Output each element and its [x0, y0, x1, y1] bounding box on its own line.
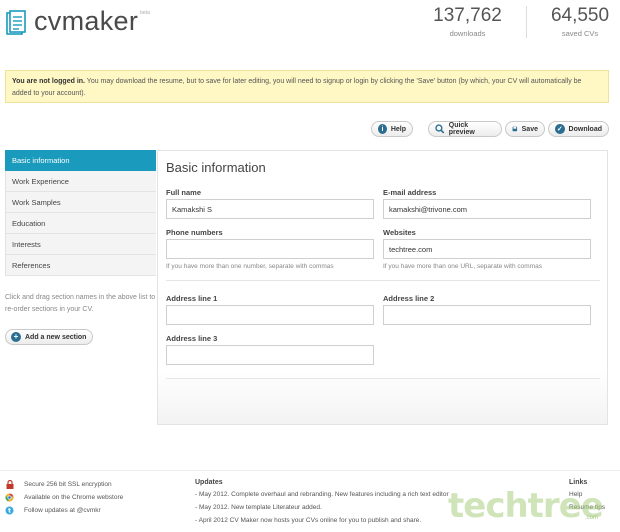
- update-item: - May 2012. New template Literateur adde…: [195, 504, 322, 511]
- sidebar-item-education[interactable]: Education: [5, 213, 156, 234]
- search-icon: [435, 124, 445, 134]
- save-label: Save: [521, 125, 538, 133]
- address-line-1-label: Address line 1: [166, 294, 218, 303]
- quick-preview-button[interactable]: Quick preview: [428, 121, 502, 137]
- login-notice: You are not logged in. You may download …: [5, 70, 609, 103]
- divider: [166, 280, 600, 281]
- websites-hint: If you have more than one URL, separate …: [383, 263, 542, 270]
- email-label: E-mail address: [383, 188, 437, 197]
- sidebar-item-references[interactable]: References: [5, 255, 156, 276]
- save-button[interactable]: Save: [505, 121, 545, 137]
- reorder-help-text: Click and drag section names in the abov…: [5, 294, 156, 313]
- update-item: - May 2012. Complete overhaul and rebran…: [195, 491, 449, 498]
- stat-divider: [526, 6, 527, 38]
- saved-cvs-count: 64,550: [550, 5, 610, 26]
- downloads-label: downloads: [449, 28, 486, 38]
- lock-icon: [5, 480, 14, 489]
- add-section-button[interactable]: + Add a new section: [5, 329, 93, 345]
- full-name-input[interactable]: Kamakshi S: [166, 199, 374, 219]
- header: cvmaker beta 137,762 downloads 64,550 sa…: [0, 0, 620, 50]
- feature-chrome-text: Available on the Chrome webstore: [24, 494, 124, 501]
- plus-icon: +: [11, 332, 21, 342]
- sidebar-item-work-experience[interactable]: Work Experience: [5, 171, 156, 192]
- logo-text: cvmaker: [34, 6, 139, 36]
- phone-input[interactable]: [166, 239, 374, 259]
- basic-information-panel: Basic information Full name Kamakshi S E…: [157, 150, 608, 425]
- address-line-1-input[interactable]: [166, 305, 374, 325]
- techtree-watermark-suffix: .com: [585, 515, 599, 521]
- feature-chrome[interactable]: Available on the Chrome webstore: [5, 493, 123, 502]
- add-section-label: Add a new section: [25, 333, 87, 341]
- panel-title: Basic information: [166, 160, 266, 175]
- techtree-watermark: techtree: [448, 486, 604, 526]
- section-list: Basic information Work Experience Work S…: [5, 150, 156, 276]
- feature-twitter-text: Follow updates at @cvmkr: [24, 507, 101, 514]
- svg-text:t: t: [8, 508, 11, 515]
- feature-twitter[interactable]: t Follow updates at @cvmkr: [5, 506, 101, 515]
- logo-beta: beta: [140, 10, 150, 16]
- twitter-icon: t: [5, 506, 14, 515]
- logo[interactable]: cvmaker beta: [6, 8, 150, 36]
- help-button[interactable]: i Help: [371, 121, 413, 137]
- address-line-2-input[interactable]: [383, 305, 591, 325]
- updates-heading: Updates: [195, 479, 223, 486]
- divider: [166, 378, 600, 379]
- update-item: - April 2012 CV Maker now hosts your CVs…: [195, 517, 422, 524]
- saved-cvs-label: saved CVs: [561, 28, 599, 38]
- disk-icon: [512, 126, 518, 132]
- address-line-2-label: Address line 2: [383, 294, 435, 303]
- chrome-icon: [5, 493, 14, 502]
- phone-hint: If you have more than one number, separa…: [166, 263, 334, 270]
- feature-ssl: Secure 256 bit SSL encryption: [5, 480, 112, 489]
- links-heading: Links: [569, 479, 588, 486]
- document-logo-icon: [6, 10, 26, 35]
- email-input[interactable]: kamakshi@trivone.com: [383, 199, 591, 219]
- info-icon: i: [378, 124, 387, 134]
- feature-ssl-text: Secure 256 bit SSL encryption: [24, 481, 112, 488]
- websites-input[interactable]: techtree.com: [383, 239, 591, 259]
- help-label: Help: [390, 125, 406, 133]
- sidebar-item-interests[interactable]: Interests: [5, 234, 156, 255]
- websites-label: Websites: [383, 228, 416, 237]
- downloads-count: 137,762: [433, 5, 502, 26]
- full-name-label: Full name: [166, 188, 202, 197]
- address-line-3-label: Address line 3: [166, 334, 218, 343]
- notice-text: You may download the resume, but to save…: [12, 78, 582, 97]
- sidebar-item-work-samples[interactable]: Work Samples: [5, 192, 156, 213]
- stat-saved-cvs: 64,550 saved CVs: [540, 5, 620, 38]
- notice-bold: You are not logged in.: [12, 78, 85, 85]
- checkmark-icon: ✓: [555, 124, 565, 134]
- address-line-3-input[interactable]: [166, 345, 374, 365]
- phone-label: Phone numbers: [166, 228, 223, 237]
- download-label: Download: [568, 125, 602, 133]
- stat-downloads: 137,762 downloads: [425, 5, 510, 38]
- download-button[interactable]: ✓ Download: [548, 121, 609, 137]
- sidebar-item-basic-information[interactable]: Basic information: [5, 150, 156, 171]
- quick-preview-label: Quick preview: [448, 122, 475, 136]
